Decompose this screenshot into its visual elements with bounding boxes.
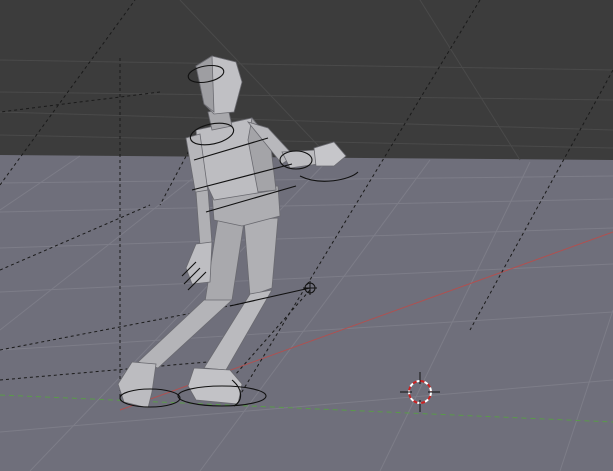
3d-viewport[interactable] bbox=[0, 0, 613, 471]
viewport-canvas[interactable] bbox=[0, 0, 613, 471]
floor-plane bbox=[0, 155, 613, 471]
